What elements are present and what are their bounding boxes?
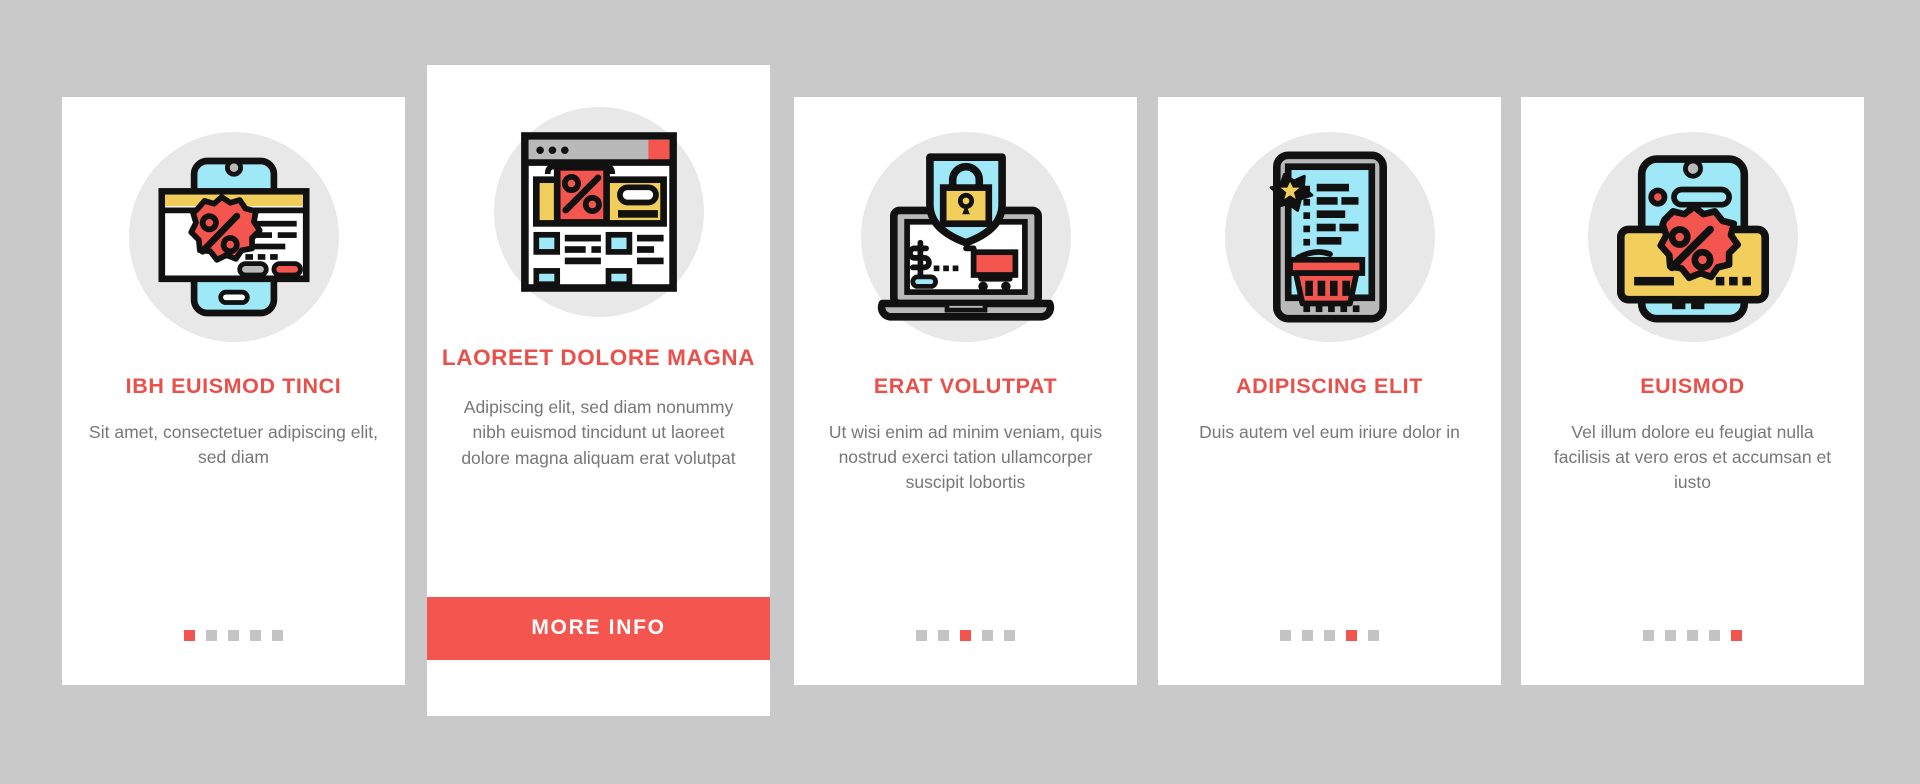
pagination-dot[interactable] xyxy=(938,630,949,641)
pagination-dot[interactable] xyxy=(1280,630,1291,641)
pagination-dot[interactable] xyxy=(272,630,283,641)
pagination-dot[interactable] xyxy=(1302,630,1313,641)
more-info-button[interactable]: MORE INFO xyxy=(427,597,770,660)
pagination-dot[interactable] xyxy=(1004,630,1015,641)
onboarding-card-1[interactable]: IBH EUISMOD TINCI Sit amet, consectetuer… xyxy=(62,97,405,685)
card-3-icon-area xyxy=(860,132,1071,342)
card-3-title: ERAT VOLUTPAT xyxy=(873,374,1058,398)
card-5-pagination-dots[interactable] xyxy=(1643,630,1742,641)
card-1-body: Sit amet, consectetuer adipiscing elit, … xyxy=(89,421,378,467)
card-1-icon-area xyxy=(128,132,339,342)
pagination-dot[interactable] xyxy=(960,630,971,641)
onboarding-card-3[interactable]: ERAT VOLUTPAT Ut wisi enim ad minim veni… xyxy=(794,97,1137,685)
laptop-secure-shopping-shield-icon xyxy=(877,153,1054,321)
onboarding-card-4[interactable]: ADIPISCING ELIT Duis autem vel eum iriur… xyxy=(1158,97,1501,685)
pagination-dot[interactable] xyxy=(1368,630,1379,641)
card-4-icon-area xyxy=(1224,132,1435,342)
pagination-dot[interactable] xyxy=(1346,630,1357,641)
pagination-dot[interactable] xyxy=(1709,630,1720,641)
pagination-dot[interactable] xyxy=(1687,630,1698,641)
pagination-dot[interactable] xyxy=(184,630,195,641)
onboarding-card-5[interactable]: EUISMOD Vel illum dolore eu feugiat null… xyxy=(1521,97,1864,685)
pagination-dot[interactable] xyxy=(228,630,239,641)
pagination-dot[interactable] xyxy=(982,630,993,641)
pagination-dot[interactable] xyxy=(1731,630,1742,641)
card-2-footer-spacer xyxy=(427,660,770,716)
smartphone-discount-card-icon xyxy=(1616,155,1769,323)
onboarding-card-2[interactable]: LAOREET DOLORE MAGNA Adipiscing elit, se… xyxy=(427,65,770,716)
card-2-body: Adipiscing elit, sed diam nonummy nibh e… xyxy=(461,396,736,468)
card-5-title: EUISMOD xyxy=(1640,374,1745,398)
pagination-dot[interactable] xyxy=(1324,630,1335,641)
card-5-icon-area xyxy=(1587,132,1798,342)
pagination-dot[interactable] xyxy=(250,630,261,641)
pagination-dot[interactable] xyxy=(1665,630,1676,641)
pagination-dot[interactable] xyxy=(206,630,217,641)
card-2-title: LAOREET DOLORE MAGNA xyxy=(441,345,756,370)
card-2-icon-area xyxy=(493,107,704,317)
browser-window-sale-banner-icon xyxy=(520,132,677,292)
card-1-title: IBH EUISMOD TINCI xyxy=(125,374,342,398)
pagination-dot[interactable] xyxy=(1643,630,1654,641)
smartphone-discount-banner-icon xyxy=(157,157,310,317)
card-3-body: Ut wisi enim ad minim veniam, quis nostr… xyxy=(828,421,1103,493)
tablet-shopping-basket-list-icon xyxy=(1269,151,1387,323)
card-5-body: Vel illum dolore eu feugiat nulla facili… xyxy=(1553,421,1832,493)
card-4-title: ADIPISCING ELIT xyxy=(1236,374,1423,398)
pagination-dot[interactable] xyxy=(916,630,927,641)
card-4-body: Duis autem vel eum iriure dolor in xyxy=(1199,421,1460,442)
card-4-pagination-dots[interactable] xyxy=(1280,630,1379,641)
card-3-pagination-dots[interactable] xyxy=(916,630,1015,641)
card-1-pagination-dots[interactable] xyxy=(184,630,283,641)
onboarding-screens-container: IBH EUISMOD TINCI Sit amet, consectetuer… xyxy=(0,0,1920,784)
